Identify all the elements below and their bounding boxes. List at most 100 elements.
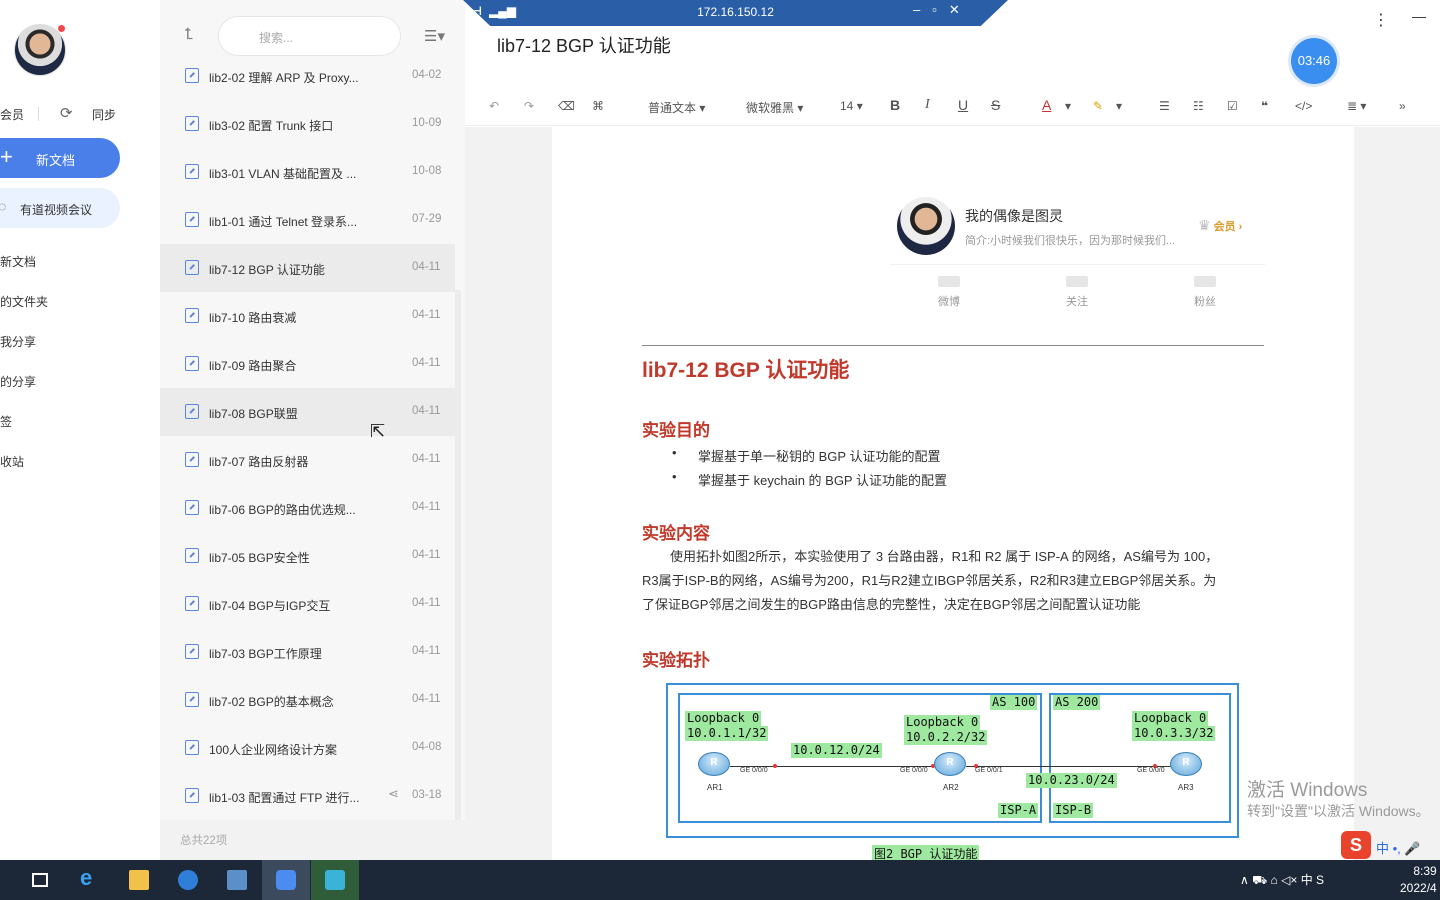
divider	[38, 107, 39, 121]
task-view-button[interactable]	[16, 860, 64, 900]
nav-tags[interactable]: 签	[0, 413, 12, 430]
search-input[interactable]: 搜索...	[218, 16, 401, 56]
share-icon[interactable]: ⋖	[388, 786, 399, 802]
checklist-icon[interactable]: ☑	[1227, 99, 1238, 113]
paragraph-style-select[interactable]: 普通文本 ▾	[648, 99, 705, 116]
port-dot	[773, 764, 777, 768]
doc-list-item[interactable]: lib7-04 BGP与IGP交互 04-11	[160, 580, 455, 628]
sync-icon[interactable]: ⟳	[60, 104, 73, 122]
strikethrough-icon[interactable]: S	[991, 97, 1000, 113]
doc-title: lib7-07 路由反射器	[209, 455, 309, 469]
doc-title-header[interactable]: lib7-12 BGP 认证功能	[497, 32, 671, 58]
clear-format-icon[interactable]: ⌫	[558, 99, 575, 113]
loopback-r2-ip: 10.0.2.2/32	[904, 730, 988, 745]
quote-icon[interactable]: ❝	[1261, 99, 1268, 113]
highlight-dropdown-icon[interactable]: ▾	[1116, 99, 1122, 113]
author-bio: 简介:小时候我们很快乐，因为那时候我们...	[965, 235, 1176, 247]
doc-list-item[interactable]: lib1-01 通过 Telnet 登录系... 07-29	[160, 196, 455, 244]
doc-list-item[interactable]: lib2-02 理解 ARP 及 Proxy... 04-02	[160, 52, 455, 100]
doc-list-item[interactable]: lib7-03 BGP工作原理 04-11	[160, 628, 455, 676]
underline-icon[interactable]: U	[958, 97, 968, 113]
taskbar-app[interactable]	[164, 860, 212, 900]
nav-new-docs[interactable]: 新文档	[0, 253, 36, 270]
font-size-select[interactable]: 14 ▾	[840, 99, 863, 113]
format-painter-icon[interactable]: ⌘	[592, 99, 604, 113]
author-avatar[interactable]	[897, 197, 955, 255]
taskbar-network-app[interactable]	[213, 860, 261, 900]
loopback-r1-ip: 10.0.1.1/32	[685, 726, 769, 741]
redo-icon[interactable]: ↷	[524, 99, 534, 113]
doc-list-item[interactable]: lib7-09 路由聚合 04-11	[160, 340, 455, 388]
doc-list-item[interactable]: lib1-03 配置通过 FTP 进行... ⋖ 03-18	[160, 772, 455, 820]
router-name: AR1	[707, 783, 723, 792]
taskbar-ensp[interactable]	[311, 860, 359, 900]
font-color-icon[interactable]: A	[1042, 97, 1051, 113]
stat-weibo[interactable]: 微博	[919, 293, 979, 309]
doc-title: lib7-12 BGP 认证功能	[209, 263, 325, 277]
new-doc-button[interactable]: + 新文档	[0, 138, 120, 178]
doc-list-item[interactable]: lib7-07 路由反射器 04-11	[160, 436, 455, 484]
doc-list-item[interactable]: lib3-02 配置 Trunk 接口 10-09	[160, 100, 455, 148]
recording-timer[interactable]: 03:46	[1291, 38, 1337, 84]
back-up-icon[interactable]: ⮤	[184, 26, 193, 44]
nav-recycle-bin[interactable]: 收站	[0, 453, 24, 470]
ime-status[interactable]: 中 •, 🎤	[1376, 838, 1421, 857]
doc-icon	[185, 116, 199, 131]
doc-icon	[185, 548, 199, 563]
doc-title: 100人企业网络设计方案	[209, 743, 338, 757]
list-scrollbar[interactable]	[455, 290, 461, 820]
paragraph-line: R3属于ISP-B的网络，AS编号为200，R1与R2建立IBGP邻居关系，R2…	[642, 573, 1217, 588]
sort-menu-icon[interactable]: ☰▾	[424, 27, 445, 45]
taskbar-youdao-note[interactable]	[262, 860, 310, 900]
vip-badge[interactable]: ♛ 会员 ›	[1198, 217, 1242, 234]
nav-shared-with-me[interactable]: 的分享	[0, 373, 36, 390]
font-color-dropdown-icon[interactable]: ▾	[1065, 99, 1071, 113]
doc-icon	[185, 692, 199, 707]
activation-watermark-sub: 转到"设置"以激活 Windows。	[1247, 803, 1430, 819]
code-icon[interactable]: </>	[1295, 99, 1312, 113]
router-name: AR2	[943, 783, 959, 792]
font-family-select[interactable]: 微软雅黑 ▾	[746, 99, 803, 116]
video-meeting-button[interactable]: ◌ 有道视频会议	[0, 188, 120, 228]
doc-title: lib7-10 路由衰减	[209, 311, 297, 325]
doc-list-item[interactable]: lib7-10 路由衰减 04-11	[160, 292, 455, 340]
numbered-list-icon[interactable]: ☷	[1193, 99, 1204, 113]
sogou-ime-icon[interactable]: S	[1341, 831, 1371, 859]
more-tools-icon[interactable]: »	[1399, 99, 1406, 113]
taskbar-explorer[interactable]	[115, 860, 163, 900]
doc-list-item[interactable]: lib7-06 BGP的路由优选规... 04-11	[160, 484, 455, 532]
stat-following[interactable]: 关注	[1047, 293, 1107, 309]
router-icon: R	[1170, 752, 1202, 776]
doc-list-item-hover[interactable]: lib7-08 BGP联盟 04-11	[160, 388, 455, 436]
member-link[interactable]: 会员	[0, 106, 24, 123]
bullet-item: 掌握基于单一秘钥的 BGP 认证功能的配置	[672, 445, 941, 465]
stat-followers[interactable]: 粉丝	[1175, 293, 1235, 309]
bullet-list-icon[interactable]: ☰	[1159, 99, 1170, 113]
doc-list-item[interactable]: lib7-05 BGP安全性 04-11	[160, 532, 455, 580]
undo-icon[interactable]: ↶	[489, 99, 499, 113]
nav-my-folders[interactable]: 的文件夹	[0, 293, 48, 310]
taskbar-clock[interactable]: 8:39 2022/4	[1400, 863, 1437, 897]
editor-toolbar: ↶ ↷ ⌫ ⌘ 普通文本 ▾ 微软雅黑 ▾ 14 ▾ B I U S A ▾ ✎…	[465, 88, 1440, 126]
bold-icon[interactable]: B	[890, 97, 900, 113]
more-options-icon[interactable]: ⋮	[1373, 10, 1389, 30]
remote-window-controls[interactable]: –▫✕	[913, 2, 972, 18]
doc-date: 07-29	[412, 213, 442, 225]
divider	[890, 264, 1265, 265]
doc-list-item[interactable]: lib7-02 BGP的基本概念 04-11	[160, 676, 455, 724]
minimize-icon[interactable]: —	[1412, 8, 1426, 24]
doc-list-item-selected[interactable]: lib7-12 BGP 认证功能 04-11	[160, 244, 455, 292]
doc-list-item[interactable]: 100人企业网络设计方案 04-08	[160, 724, 455, 772]
author-name[interactable]: 我的偶像是图灵	[965, 206, 1063, 226]
sync-button[interactable]: 同步	[92, 106, 116, 123]
doc-list-item[interactable]: lib3-01 VLAN 基础配置及 ... 10-08	[160, 148, 455, 196]
italic-icon[interactable]: I	[925, 97, 930, 113]
loopback-r1-name: Loopback 0	[685, 711, 762, 726]
nav-shared-by-me[interactable]: 我分享	[0, 333, 36, 350]
system-tray[interactable]: ∧ ⛟ ⌂ ◁× 中 S	[1240, 871, 1324, 889]
align-icon[interactable]: ≣ ▾	[1347, 99, 1366, 113]
new-doc-label: 新文档	[36, 153, 76, 168]
taskbar-ie[interactable]: e	[66, 860, 114, 900]
highlight-icon[interactable]: ✎	[1093, 99, 1103, 113]
user-avatar[interactable]	[14, 24, 66, 76]
